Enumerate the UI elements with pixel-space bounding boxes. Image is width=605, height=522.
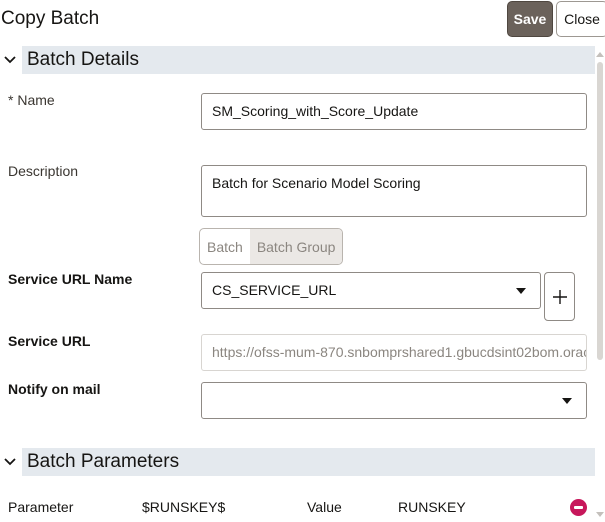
service-url-name-select[interactable]: CS_SERVICE_URL [201,272,541,309]
batch-group-option[interactable]: Batch Group [249,229,343,264]
vertical-scrollbar[interactable] [596,48,605,522]
name-label: * Name [8,92,55,108]
service-url-name-value: CS_SERVICE_URL [212,282,337,298]
batch-details-header[interactable]: Batch Details [0,46,595,74]
batch-parameters-header[interactable]: Batch Parameters [0,448,595,476]
section-title: Batch Parameters [27,451,180,472]
description-textarea[interactable]: Batch for Scenario Model Scoring [201,165,587,217]
description-label: Description [8,163,79,179]
batch-type-toggle: Batch Batch Group [199,228,344,265]
section-title: Batch Details [27,49,139,70]
parameter-value: $RUNSKEY$ [142,499,226,515]
value-label: Value [307,499,342,515]
notify-label: Notify on mail [8,381,101,397]
chevron-down-icon[interactable] [0,46,20,74]
scroll-down-arrow[interactable] [596,512,604,517]
close-button[interactable]: Close [556,1,605,37]
chevron-down-icon[interactable] [0,448,20,476]
name-input[interactable]: SM_Scoring_with_Score_Update [201,93,587,130]
notify-select[interactable] [201,382,587,419]
caret-down-icon [516,287,526,294]
batch-option[interactable]: Batch [200,229,250,264]
scroll-thumb[interactable] [597,62,603,360]
caret-down-icon [562,397,572,404]
value-value: RUNSKEY [398,499,466,515]
parameter-label: Parameter [8,499,74,515]
service-url-name-label: Service URL Name [8,271,133,287]
scroll-up-arrow[interactable] [596,52,604,57]
service-url-field: https://ofss-mum-870.snbomprshared1.gbuc… [201,334,587,371]
dialog-title: Copy Batch [1,8,100,29]
add-service-url-button[interactable] [544,272,575,321]
plus-icon [552,289,567,304]
remove-parameter-icon[interactable] [570,499,587,516]
save-button[interactable]: Save [507,1,553,37]
service-url-label: Service URL [8,333,91,349]
